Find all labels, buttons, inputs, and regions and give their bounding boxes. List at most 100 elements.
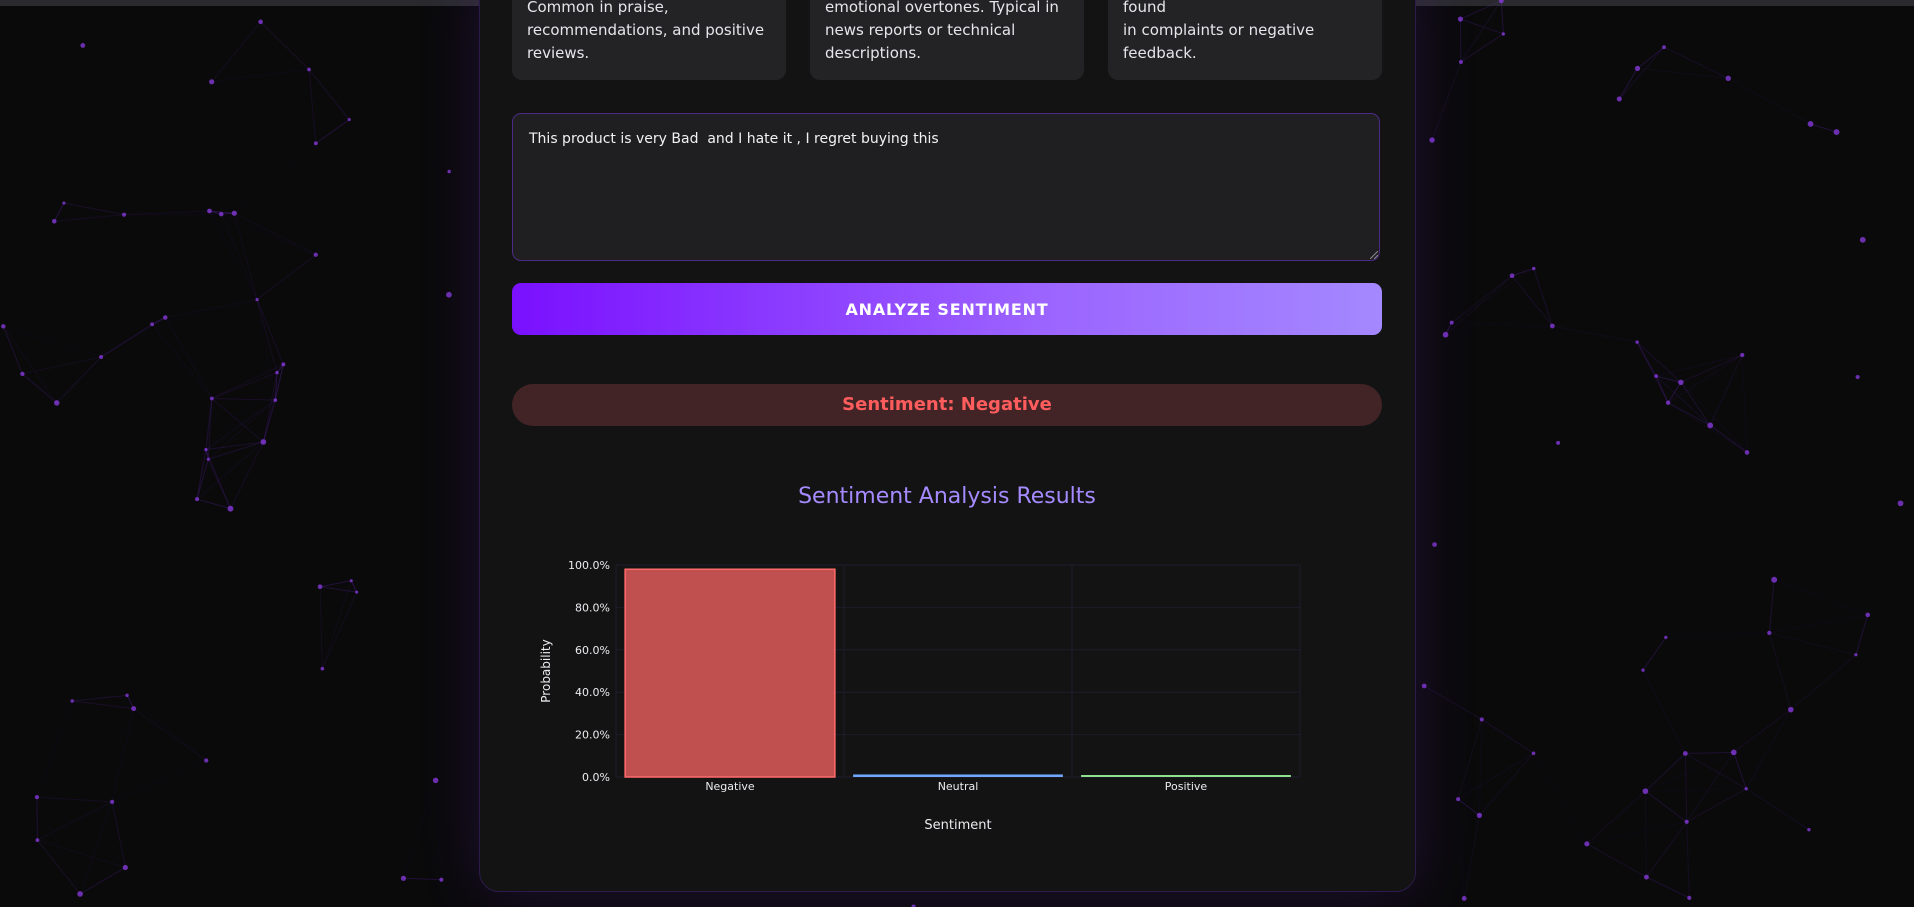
network-line [1685,710,1790,754]
network-node [1616,96,1622,102]
network-line [403,877,442,881]
network-line [1500,0,1504,34]
network-node [1788,706,1794,713]
network-line [209,210,258,300]
network-node [1767,630,1772,635]
network-node [1531,751,1536,756]
network-line [321,591,358,669]
network-node [1644,874,1649,880]
network-node [1635,340,1639,344]
network-line [1855,614,1869,655]
network-node [204,758,209,763]
network-line [234,143,316,213]
network-line [435,780,442,880]
resize-handle-icon[interactable] [1370,251,1378,259]
network-node [1807,827,1811,832]
network-line [1457,798,1480,816]
network-line [319,586,357,593]
network-line [1768,632,1792,710]
text-input[interactable] [512,113,1380,261]
network-line [283,255,315,365]
network-line [1774,579,1868,616]
network-node [206,457,210,461]
network-node [273,398,278,402]
network-node [1421,683,1427,689]
bar-negative [624,568,836,778]
network-node [80,43,86,48]
network-line [1533,268,1553,327]
network-line [1745,709,1792,789]
network-line [1686,788,1747,823]
network-line [1619,78,1728,99]
network-node [347,118,351,122]
network-line [1774,580,1856,655]
network-line [207,399,276,460]
network-node [1457,16,1463,22]
network-node [317,584,323,590]
network-line [315,119,350,144]
sentiment-result-badge: Sentiment: Negative [512,384,1382,426]
network-line [1637,67,1729,79]
network-node [1859,236,1866,243]
network-line [112,760,206,801]
network-line [256,299,278,373]
network-node [1744,787,1748,791]
network-line [133,708,207,761]
x-tick-label: Negative [705,780,755,793]
network-line [1644,791,1647,878]
network-line [208,441,264,460]
network-line [1741,354,1748,453]
negative-info-text: criticism, or pessimism. Often foundin c… [1123,0,1315,62]
network-line [1552,325,1638,343]
network-line [124,213,222,216]
network-line [256,254,317,301]
network-line [1459,19,1462,63]
network-node [400,875,407,881]
network-node [1461,896,1467,901]
network-line [1685,751,1734,754]
chart-title: Sentiment Analysis Results [798,484,1096,509]
network-node [52,219,57,224]
network-line [56,356,102,404]
network-line [3,325,102,358]
network-line [1680,354,1743,383]
network-line [151,323,213,399]
network-line [211,68,310,83]
network-line [1481,719,1534,754]
network-line [1463,815,1480,899]
x-tick-label: Neutral [938,780,979,793]
network-line [1431,61,1462,141]
network-node [1854,653,1858,657]
network-line [1460,18,1504,35]
network-node [439,877,444,882]
network-line [1451,275,1513,323]
network-line [1451,322,1553,327]
network-node [34,795,40,800]
network-line [36,700,73,798]
network-node [1642,788,1649,795]
network-node [1744,450,1750,455]
network-line [349,120,449,172]
network-line [111,801,126,868]
negative-info-card: criticism, or pessimism. Often foundin c… [1108,0,1382,80]
bar-positive [1081,775,1291,777]
analyze-sentiment-button[interactable]: ANALYZE SENTIMENT [512,283,1382,335]
network-line [1769,632,1857,656]
network-line [164,317,213,399]
network-line [72,700,134,710]
network-node [320,666,325,671]
network-line [350,580,358,593]
neutral-info-text: emotional overtones. Typical in news repo… [825,0,1059,62]
network-node [210,396,214,401]
network-node [447,169,451,174]
network-line [211,397,276,401]
network-node [1442,331,1449,338]
network-line [1745,788,1810,831]
network-line [1457,799,1465,899]
network-line [319,580,352,588]
network-node [207,208,212,214]
neutral-info-card: emotional overtones. Typical in news repo… [810,0,1084,80]
network-line [36,797,38,841]
network-line [1733,709,1792,753]
network-node [99,354,104,359]
